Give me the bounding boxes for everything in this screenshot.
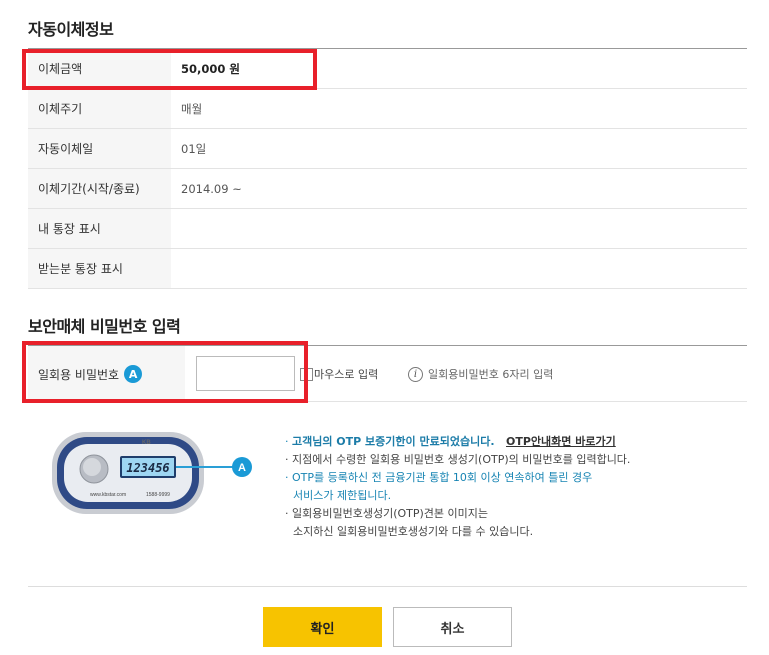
note-expired-text: 고객님의 OTP 보증기한이 만료되었습니다. <box>292 435 495 448</box>
otp-notes: · 고객님의 OTP 보증기한이 만료되었습니다. OTP안내화면 바로가기 ·… <box>285 433 630 541</box>
note-3-line1: OTP를 등록하신 전 금융기관 통합 10회 이상 연속하여 틀린 경우 <box>292 471 593 484</box>
row-value-cycle: 매월 <box>181 101 203 116</box>
row-value-recipient-memo <box>171 249 747 289</box>
row-label-period: 이체기간(시작/종료) <box>28 168 171 209</box>
note-4-line2: 소지하신 일회용비밀번호생성기와 다를 수 있습니다. <box>293 525 534 538</box>
row-value-my-memo <box>171 209 747 249</box>
otp-highlight-box <box>22 341 308 403</box>
note-4-line1: 일회용비밀번호생성기(OTP)견본 이미지는 <box>292 507 489 520</box>
otp-device-button-shine <box>83 458 101 476</box>
note-2: · 지점에서 수령한 일회용 비밀번호 생성기(OTP)의 비밀번호를 입력합니… <box>285 451 630 469</box>
otp-device-badge: A <box>238 462 246 474</box>
divider <box>28 586 747 587</box>
note-4: · 일회용비밀번호생성기(OTP)견본 이미지는 <box>285 505 630 523</box>
confirm-button[interactable]: 확인 <box>263 607 382 647</box>
note-3: · OTP를 등록하신 전 금융기관 통합 10회 이상 연속하여 틀린 경우 <box>285 469 630 487</box>
cancel-button[interactable]: 취소 <box>393 607 512 647</box>
amount-highlight-box <box>22 49 317 90</box>
otp-guide-link[interactable]: OTP안내화면 바로가기 <box>506 435 616 448</box>
otp-device-url: www.kbstar.com <box>90 492 126 498</box>
note-expired: · 고객님의 OTP 보증기한이 만료되었습니다. OTP안내화면 바로가기 <box>285 433 630 451</box>
mouse-input-label: 마우스로 입력 <box>314 368 379 381</box>
otp-device-image: KB 123456 www.kbstar.com 1588-9999 A <box>52 432 252 514</box>
otp-device-brand: KB <box>142 440 151 446</box>
row-value-transfer-day: 01일 <box>181 141 207 156</box>
note-2-text: 지점에서 수령한 일회용 비밀번호 생성기(OTP)의 비밀번호를 입력합니다. <box>292 453 631 466</box>
note-3-line2: 서비스가 제한됩니다. <box>293 489 392 502</box>
bullet: · <box>285 507 289 520</box>
table-row: 자동이체일 01일 <box>28 128 747 169</box>
transfer-info-title: 자동이체정보 <box>28 20 114 39</box>
bullet: · <box>285 471 289 484</box>
row-label-my-memo: 내 통장 표시 <box>28 208 171 249</box>
table-row: 받는분 통장 표시 <box>28 248 747 289</box>
table-row: 내 통장 표시 <box>28 208 747 249</box>
otp-device-phone: 1588-9999 <box>146 492 170 498</box>
row-label-recipient-memo: 받는분 통장 표시 <box>28 248 171 289</box>
table-row: 이체기간(시작/종료) 2014.09 ~ <box>28 168 747 209</box>
security-input-title: 보안매체 비밀번호 입력 <box>28 317 181 336</box>
mouse-input-checkbox[interactable]: 마우스로 입력 <box>300 366 378 382</box>
otp-hint: i 일회용비밀번호 6자리 입력 <box>408 366 553 382</box>
row-label-cycle: 이체주기 <box>28 88 171 129</box>
bullet: · <box>285 435 289 448</box>
row-label-transfer-day: 자동이체일 <box>28 128 171 169</box>
otp-device-display: 123456 <box>126 461 169 475</box>
row-value-period: 2014.09 ~ <box>181 181 242 196</box>
otp-hint-text: 일회용비밀번호 6자리 입력 <box>428 368 554 381</box>
bullet: · <box>285 453 289 466</box>
table-row: 이체주기 매월 <box>28 88 747 129</box>
info-icon: i <box>408 366 423 382</box>
